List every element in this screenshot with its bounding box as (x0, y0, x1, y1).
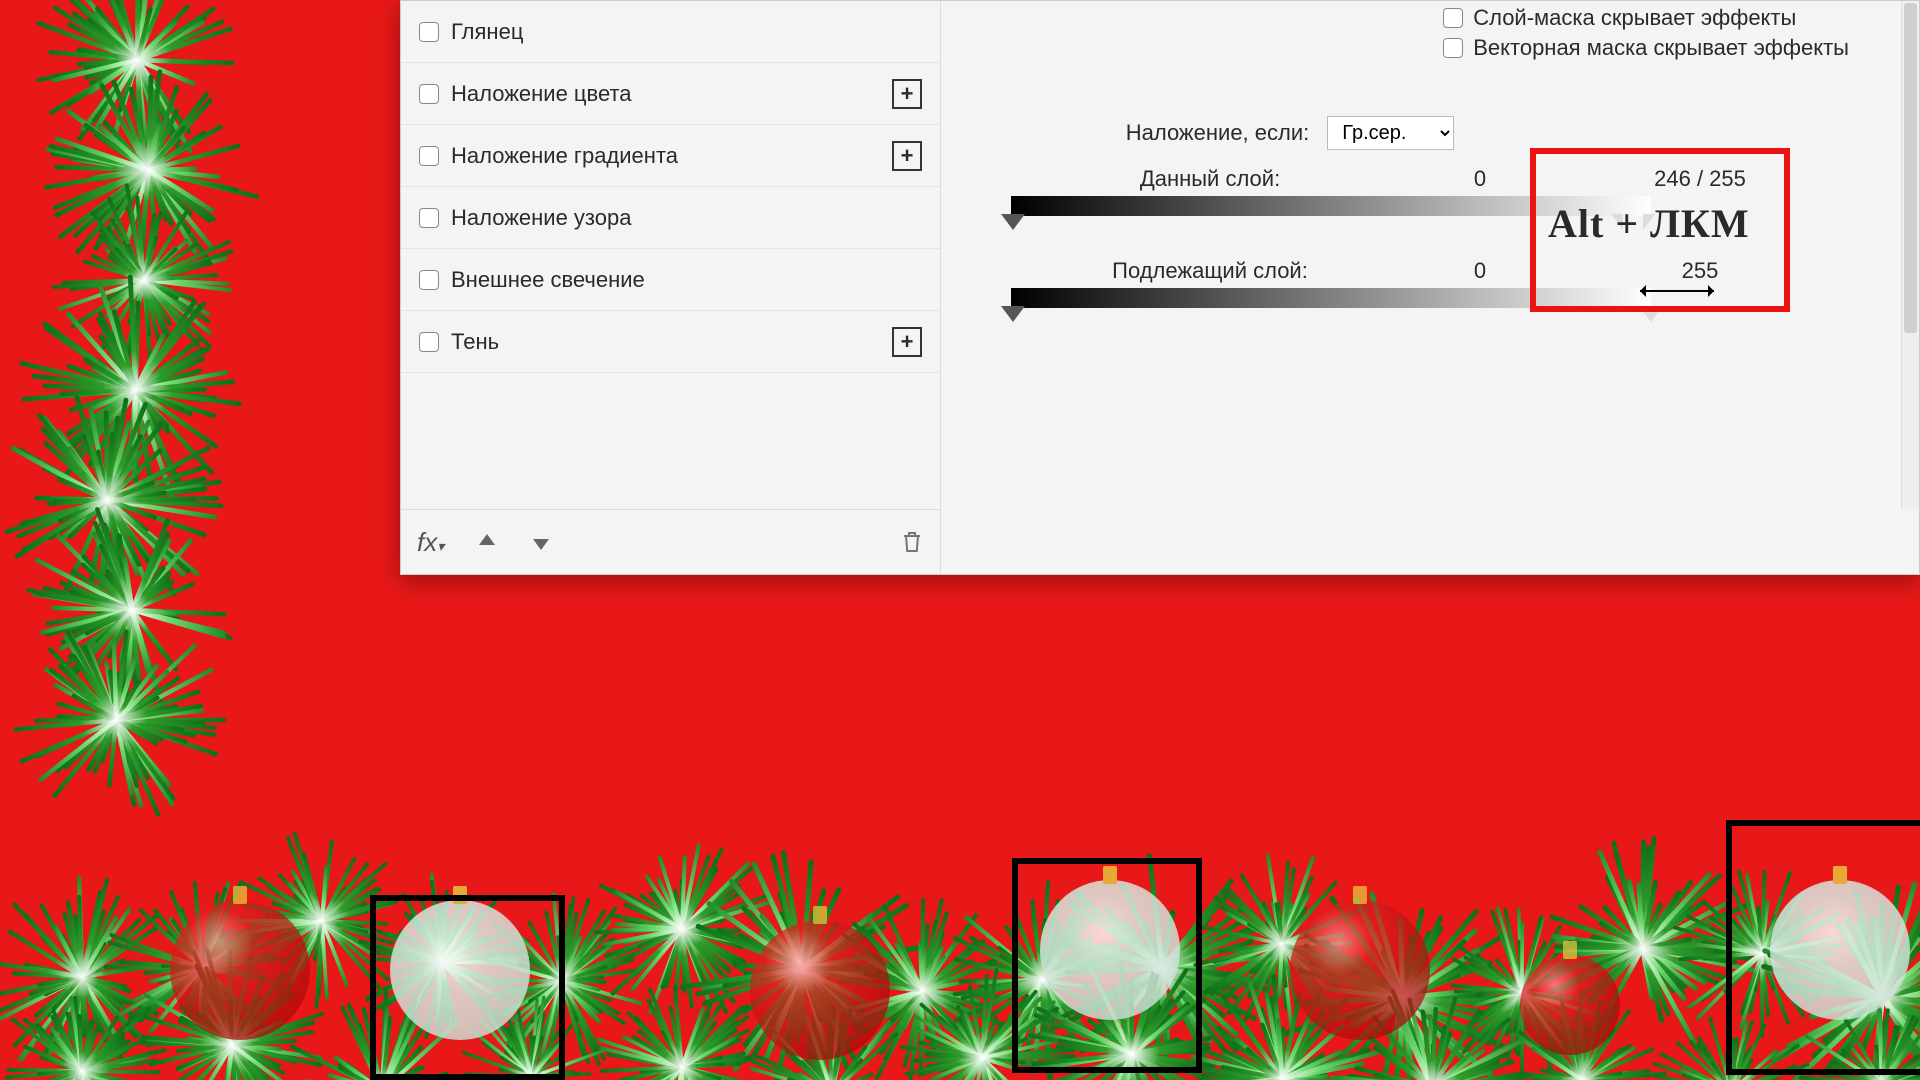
effect-label: Внешнее свечение (451, 267, 922, 293)
effect-checkbox[interactable] (419, 84, 439, 104)
effects-footer: fx▾ (401, 509, 940, 574)
effect-label: Наложение узора (451, 205, 922, 231)
effect-row-gradoverlay[interactable]: Наложение градиента + (401, 125, 940, 187)
effects-list: ГлянецНаложение цвета+Наложение градиент… (401, 1, 940, 509)
effect-label: Наложение цвета (451, 81, 880, 107)
effect-label: Наложение градиента (451, 143, 880, 169)
this-layer-low: 0 (1450, 166, 1510, 192)
canvas-background: ГлянецНаложение цвета+Наложение градиент… (0, 0, 1920, 1080)
bauble-red (750, 920, 890, 1060)
effect-checkbox[interactable] (419, 332, 439, 352)
annotation-arrow-icon (1640, 290, 1714, 292)
add-instance-button[interactable]: + (892, 141, 922, 171)
layer-mask-hides-fx-checkbox[interactable]: Слой-маска скрывает эффекты (1443, 5, 1849, 31)
effect-checkbox[interactable] (419, 146, 439, 166)
slider-black-handle[interactable] (1001, 214, 1025, 230)
underlying-layer-low: 0 (1450, 258, 1510, 284)
annotation-box (1012, 858, 1202, 1073)
blend-if-channel-select[interactable]: Гр.сер. (1327, 116, 1454, 150)
effect-checkbox[interactable] (419, 22, 439, 42)
effect-row-patternoverlay[interactable]: Наложение узора (401, 187, 940, 249)
this-layer-label: Данный слой: (1050, 166, 1370, 192)
underlying-layer-label: Подлежащий слой: (1050, 258, 1370, 284)
add-instance-button[interactable]: + (892, 79, 922, 109)
blend-if-label: Наложение, если: (1126, 120, 1310, 146)
annotation-box (1726, 820, 1920, 1075)
move-up-button[interactable] (476, 531, 498, 553)
effects-panel: ГлянецНаложение цвета+Наложение градиент… (401, 1, 941, 574)
effect-row-outerglow[interactable]: Внешнее свечение (401, 249, 940, 311)
effect-checkbox[interactable] (419, 270, 439, 290)
trash-icon[interactable] (900, 529, 924, 555)
add-instance-button[interactable]: + (892, 327, 922, 357)
move-down-button[interactable] (530, 531, 552, 553)
vector-mask-hides-fx-checkbox[interactable]: Векторная маска скрывает эффекты (1443, 35, 1849, 61)
annotation-text: Alt + ЛКМ (1548, 200, 1750, 247)
effect-row-dropshadow[interactable]: Тень + (401, 311, 940, 373)
bauble-red (1520, 955, 1620, 1055)
effect-label: Тень (451, 329, 880, 355)
bauble-red (1290, 900, 1430, 1040)
bauble-red (170, 900, 310, 1040)
slider-black-handle[interactable] (1001, 306, 1025, 322)
fx-menu-button[interactable]: fx▾ (417, 527, 444, 558)
annotation-box (370, 895, 565, 1080)
effect-label: Глянец (451, 19, 922, 45)
effect-row-coloroverlay[interactable]: Наложение цвета + (401, 63, 940, 125)
effect-row-satin[interactable]: Глянец (401, 1, 940, 63)
effect-checkbox[interactable] (419, 208, 439, 228)
